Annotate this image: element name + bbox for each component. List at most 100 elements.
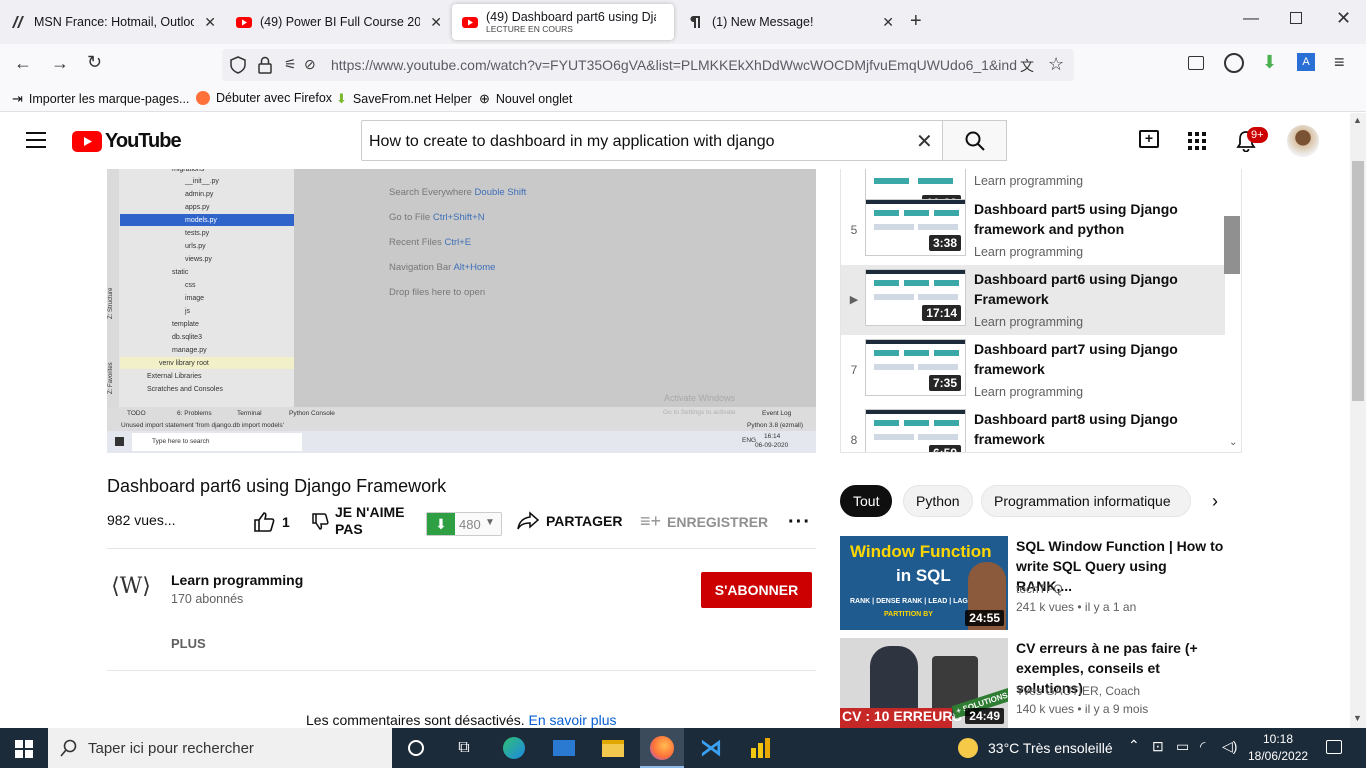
- view-count[interactable]: 982 vues...: [107, 512, 176, 528]
- playlist-scrollbar-track[interactable]: ⌄: [1226, 169, 1241, 452]
- playlist-item-current[interactable]: ▶ 17:14 Dashboard part6 using Django Fra…: [841, 265, 1225, 335]
- bookmark-firefox[interactable]: Débuter avec Firefox: [196, 91, 332, 105]
- chevron-down-icon[interactable]: ▼: [485, 517, 495, 528]
- lock-icon[interactable]: [258, 56, 272, 79]
- create-video-icon[interactable]: +: [1139, 130, 1159, 148]
- bookmark-import[interactable]: ⇥ Importer les marque-pages...: [12, 91, 189, 107]
- playlist-title[interactable]: Dashboard part5 using Django framework a…: [974, 199, 1214, 239]
- more-actions-icon[interactable]: ···: [788, 511, 811, 534]
- permissions-icon[interactable]: ⚟: [284, 56, 297, 73]
- mail-icon[interactable]: [552, 736, 576, 760]
- playlist-thumbnail[interactable]: 17:14: [865, 269, 966, 326]
- chip-all[interactable]: Tout: [840, 485, 893, 517]
- weather-text[interactable]: 33°C Très ensoleillé: [988, 740, 1113, 756]
- menu-icon[interactable]: ≡: [1334, 52, 1345, 73]
- search-input[interactable]: How to create to dashboard in my applica…: [361, 120, 943, 161]
- back-icon[interactable]: ←: [14, 53, 32, 74]
- wifi-icon[interactable]: ◜: [1200, 738, 1205, 755]
- subscribe-button[interactable]: S'ABONNER: [701, 572, 812, 608]
- autoplay-blocked-icon[interactable]: ⊘: [304, 56, 316, 73]
- channel-name[interactable]: Learn programming: [171, 572, 303, 588]
- chip-python[interactable]: Python: [903, 485, 973, 517]
- clock-date[interactable]: 18/06/2022: [1248, 749, 1308, 763]
- playlist-item[interactable]: 5 3:38 Dashboard part5 using Django fram…: [841, 195, 1225, 265]
- task-view-icon[interactable]: ⧉: [452, 736, 476, 760]
- translate-icon[interactable]: 文: [1020, 56, 1034, 76]
- file-explorer-icon[interactable]: [601, 736, 625, 760]
- vscode-icon[interactable]: ⋊: [699, 735, 723, 760]
- translate-extension-icon[interactable]: A: [1297, 53, 1315, 71]
- playlist-item[interactable]: 7 7:35 Dashboard part7 using Django fram…: [841, 335, 1225, 405]
- url-bar[interactable]: ⚟ ⊘ https://www.youtube.com/watch?v=FYUT…: [222, 49, 1074, 81]
- tab-msn[interactable]: MSN France: Hotmail, Outlook, ✕: [0, 4, 222, 40]
- tab-power-bi[interactable]: (49) Power BI Full Course 2022 - ✕: [226, 4, 448, 40]
- search-button[interactable]: [943, 120, 1007, 161]
- forward-icon[interactable]: →: [51, 53, 69, 74]
- scroll-down-icon[interactable]: ⌄: [1229, 437, 1237, 448]
- cortana-icon[interactable]: [404, 736, 428, 760]
- page-scrollbar[interactable]: ▲ ▼: [1350, 113, 1366, 728]
- clock-time[interactable]: 10:18: [1263, 732, 1293, 746]
- edge-icon[interactable]: [502, 736, 526, 760]
- scrollbar-thumb[interactable]: [1352, 161, 1364, 401]
- search-value[interactable]: How to create to dashboard in my applica…: [369, 133, 775, 151]
- youtube-logo[interactable]: YouTube: [72, 130, 182, 153]
- playlist-thumbnail[interactable]: 6:59: [865, 409, 966, 452]
- chip-programming[interactable]: Programmation informatique: [981, 485, 1191, 517]
- recommendation-thumbnail[interactable]: CV : 10 ERREURS + SOLUTIONS ! 24:49: [840, 638, 1008, 728]
- playlist-title[interactable]: Dashboard part7 using Django framework: [974, 339, 1214, 379]
- playlist-title[interactable]: Dashboard part6 using Django Framework: [974, 269, 1214, 309]
- chevron-right-icon[interactable]: ›: [1212, 491, 1218, 512]
- like-button[interactable]: 1: [253, 511, 290, 533]
- minimize-button[interactable]: —: [1243, 10, 1259, 28]
- playlist-title[interactable]: Dashboard part8 using Django framework: [974, 409, 1214, 449]
- playlist-item[interactable]: 8 6:59 Dashboard part8 using Django fram…: [841, 405, 1225, 452]
- url-text[interactable]: https://www.youtube.com/watch?v=FYUT35O6…: [331, 57, 1021, 73]
- chevron-up-icon[interactable]: ⌃: [1128, 737, 1140, 754]
- volume-icon[interactable]: ◁): [1222, 738, 1237, 755]
- taskbar-search-input[interactable]: Taper ici pour rechercher: [48, 728, 392, 768]
- scroll-down-icon[interactable]: ▼: [1353, 713, 1362, 723]
- tab-dashboard-active[interactable]: (49) Dashboard part6 using Djan LECTURE …: [452, 4, 674, 40]
- recommendation-channel[interactable]: Yves GAUTIER, Coach: [1016, 684, 1140, 698]
- star-icon[interactable]: ☆: [1048, 54, 1064, 75]
- pocket-icon[interactable]: [1188, 56, 1204, 70]
- savefrom-download-widget[interactable]: ⬇ 480 ▼: [426, 512, 502, 536]
- firefox-taskbar-button[interactable]: [640, 728, 684, 768]
- close-icon[interactable]: ✕: [882, 14, 894, 31]
- apps-grid-icon[interactable]: [1188, 132, 1206, 150]
- playlist-thumbnail[interactable]: 3:38: [865, 199, 966, 256]
- notification-center-icon[interactable]: [1326, 740, 1342, 754]
- playlist-scrollbar-thumb[interactable]: [1224, 216, 1240, 274]
- show-more-button[interactable]: PLUS: [171, 636, 206, 651]
- network-icon[interactable]: ⊡: [1152, 738, 1164, 755]
- new-tab-button[interactable]: +: [910, 10, 922, 33]
- tab-new-message[interactable]: (1) New Message! ✕: [678, 4, 900, 40]
- recommendation-thumbnail[interactable]: Window Function in SQL RANK | DENSE RANK…: [840, 536, 1008, 630]
- reload-icon[interactable]: ↻: [87, 52, 102, 73]
- video-player[interactable]: Z: Structure Z: Favorites migrations __i…: [107, 169, 816, 453]
- close-icon[interactable]: ✕: [204, 14, 216, 31]
- battery-icon[interactable]: ▭: [1176, 738, 1189, 755]
- download-arrow-icon[interactable]: ⬇: [427, 513, 455, 535]
- account-icon[interactable]: [1224, 53, 1244, 73]
- share-button[interactable]: PARTAGER: [517, 511, 622, 531]
- playlist-thumbnail[interactable]: 7:35: [865, 339, 966, 396]
- recommendation-channel[interactable]: techTFQ: [1016, 582, 1063, 596]
- shield-icon[interactable]: [230, 56, 246, 79]
- hamburger-menu-icon[interactable]: [26, 132, 46, 148]
- scroll-up-icon[interactable]: ▲: [1353, 115, 1362, 125]
- bookmark-savefrom[interactable]: ⬇ SaveFrom.net Helper: [336, 91, 472, 107]
- avatar[interactable]: [1287, 125, 1319, 157]
- maximize-button[interactable]: [1290, 12, 1302, 24]
- dislike-button[interactable]: JE N'AIME PAS: [311, 504, 404, 538]
- window-close-button[interactable]: ✕: [1336, 8, 1351, 29]
- power-bi-icon[interactable]: [748, 736, 772, 760]
- save-button[interactable]: ≡+ ENREGISTRER: [640, 511, 768, 532]
- close-icon[interactable]: ✕: [430, 14, 442, 31]
- weather-sun-icon[interactable]: [958, 738, 978, 758]
- savefrom-download-icon[interactable]: ⬇: [1262, 52, 1277, 73]
- windows-start-icon[interactable]: [15, 740, 33, 758]
- bookmark-new-tab[interactable]: ⊕ Nouvel onglet: [479, 91, 572, 107]
- channel-avatar[interactable]: ⟨W⟩: [107, 562, 155, 610]
